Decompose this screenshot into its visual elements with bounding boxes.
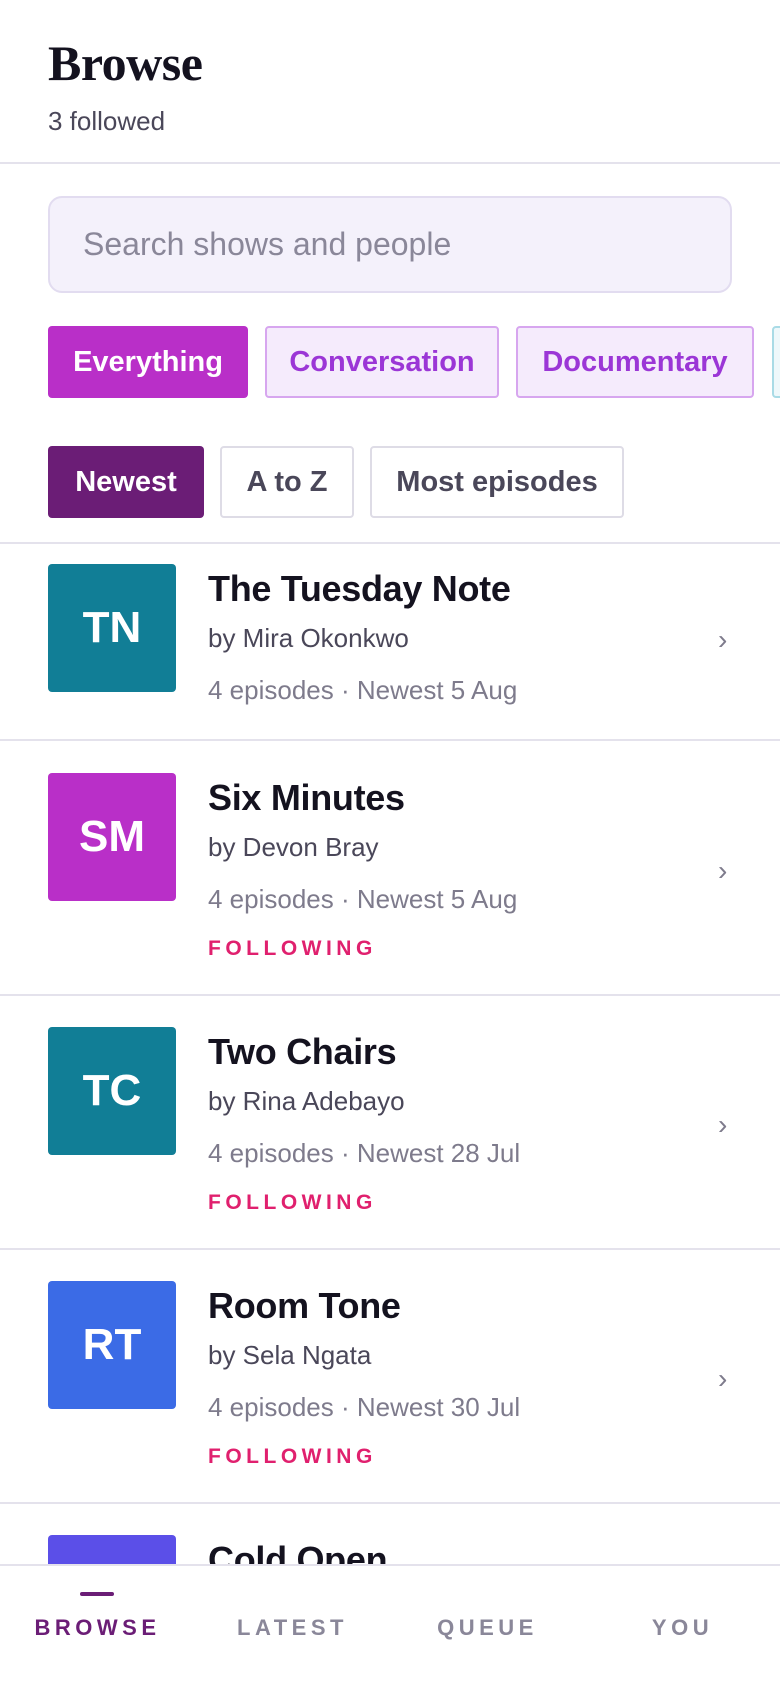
header: Browse 3 followed	[0, 0, 780, 164]
chevron-right-icon: ›	[718, 624, 728, 655]
category-filter-bar[interactable]: Everything Conversation Documentary	[48, 326, 780, 398]
sort-label: A to Z	[246, 465, 328, 498]
tab-label: YOU	[651, 1615, 714, 1640]
show-author: by Rina Adebayo	[208, 1086, 405, 1116]
show-author: by Sela Ngata	[208, 1340, 372, 1370]
chevron-right-icon: ›	[718, 855, 728, 886]
sort-label: Newest	[75, 465, 177, 498]
sort-label: Most episodes	[396, 465, 598, 498]
following-badge: FOLLOWING	[208, 1191, 377, 1214]
tab-label: LATEST	[237, 1615, 348, 1640]
followed-count: 3 followed	[48, 106, 166, 136]
search-input[interactable]	[50, 198, 730, 291]
chevron-right-icon: ›	[718, 1363, 728, 1394]
category-chip-overflow[interactable]	[772, 326, 780, 398]
show-title: The Tuesday Note	[208, 568, 511, 609]
category-chip-conversation[interactable]: Conversation	[265, 326, 499, 398]
page-title: Browse	[48, 35, 203, 91]
show-meta: 4 episodes · Newest 5 Aug	[208, 675, 518, 705]
category-chip-label: Everything	[73, 345, 223, 378]
sort-most-episodes-button[interactable]: Most episodes	[370, 446, 624, 518]
tab-you[interactable]: YOU	[585, 1566, 780, 1688]
tab-queue[interactable]: QUEUE	[390, 1566, 585, 1688]
show-initials: TC	[82, 1066, 142, 1115]
show-author: by Mira Okonkwo	[208, 623, 409, 653]
category-chip-everything[interactable]: Everything	[48, 326, 248, 398]
show-row-room-tone[interactable]: RT Room Tone by Sela Ngata 4 episodes · …	[0, 1251, 780, 1504]
show-title: Room Tone	[208, 1285, 401, 1326]
search-box[interactable]	[48, 196, 732, 293]
show-row-six-minutes[interactable]: SM Six Minutes by Devon Bray 4 episodes …	[0, 743, 780, 996]
tab-browse[interactable]: BROWSE	[0, 1566, 195, 1688]
show-initials: RT	[82, 1320, 142, 1369]
show-meta: 4 episodes · Newest 28 Jul	[208, 1138, 521, 1168]
show-author: by Devon Bray	[208, 832, 379, 862]
tab-label: BROWSE	[34, 1615, 161, 1640]
show-avatar: SM	[48, 773, 176, 901]
following-badge: FOLLOWING	[208, 1445, 377, 1468]
category-chip-label: Conversation	[289, 345, 475, 378]
show-title: Two Chairs	[208, 1031, 397, 1072]
show-row-two-chairs[interactable]: TC Two Chairs by Rina Adebayo 4 episodes…	[0, 997, 780, 1250]
following-badge: FOLLOWING	[208, 937, 377, 960]
show-avatar: TC	[48, 1027, 176, 1155]
category-chip-label: Documentary	[542, 345, 728, 378]
sort-newest-button[interactable]: Newest	[48, 446, 204, 518]
show-row-the-tuesday-note[interactable]: TN The Tuesday Note by Mira Okonkwo 4 ep…	[0, 544, 780, 741]
chevron-right-icon: ›	[718, 1109, 728, 1140]
show-initials: SM	[79, 812, 145, 861]
sort-a-to-z-button[interactable]: A to Z	[220, 446, 354, 518]
show-avatar: TN	[48, 564, 176, 692]
show-title: Six Minutes	[208, 777, 405, 818]
show-meta: 4 episodes · Newest 30 Jul	[208, 1392, 521, 1422]
tab-latest[interactable]: LATEST	[195, 1566, 390, 1688]
tab-label: QUEUE	[437, 1615, 538, 1640]
category-chip-documentary[interactable]: Documentary	[516, 326, 754, 398]
show-avatar: RT	[48, 1281, 176, 1409]
show-meta: 4 episodes · Newest 5 Aug	[208, 884, 518, 914]
bottom-tab-bar: BROWSE LATEST QUEUE YOU	[0, 1564, 780, 1688]
active-tab-indicator	[80, 1592, 114, 1596]
show-initials: TN	[82, 603, 142, 652]
